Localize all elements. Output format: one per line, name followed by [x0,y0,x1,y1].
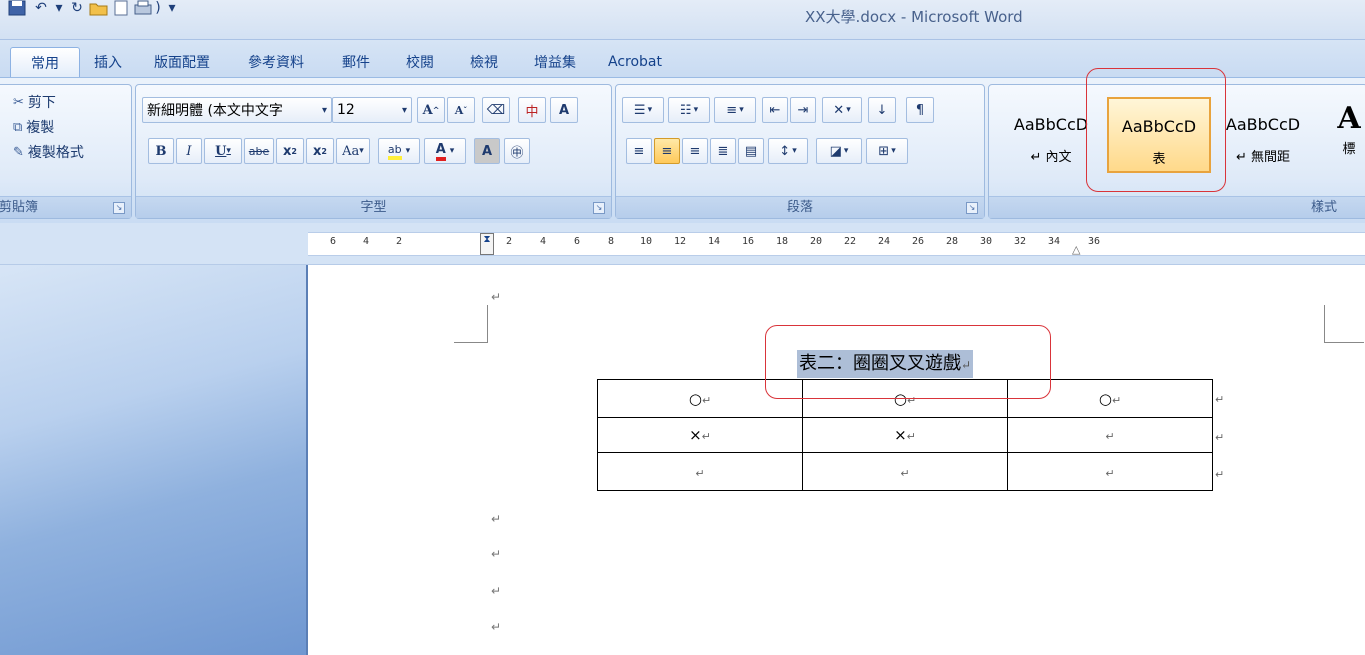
tab-acrobat[interactable]: Acrobat [594,47,676,77]
show-marks-icon[interactable]: ¶ [906,97,934,123]
distributed-icon[interactable]: ▤ [738,138,764,164]
highlight-icon[interactable]: ab ▾ [378,138,420,164]
new-icon[interactable] [110,0,132,16]
asian-layout-icon[interactable]: ✕ ▾ [822,97,862,123]
subscript-icon[interactable]: x2 [276,138,304,164]
title-highlight-box [765,325,1051,399]
table-cell[interactable]: ↵ [1007,417,1213,453]
font-size-combo[interactable]: 12 ▾ [332,97,412,123]
row-end-mark-icon: ↵ [1215,393,1225,406]
font-group: 新細明體 (本文中文字 ▾ 12 ▾ A ^ Aˇ ⌫ 中 A B I U ▾ a… [135,84,612,219]
increase-indent-icon[interactable]: ⇥ [790,97,816,123]
copy-icon: ⧉ [13,119,23,135]
tab-mailings[interactable]: 郵件 [324,47,388,77]
save-icon[interactable] [4,0,30,16]
justify-icon[interactable]: ≣ [710,138,736,164]
cut-button[interactable]: ✂ 剪下 [13,91,56,113]
paragraph-group: ☰ ▾ ☷ ▾ ≡ ▾ ⇤ ⇥ ✕ ▾ ↓ ¶ ≡ ≡ ≡ ≣ ▤ ↕ ▾ ◪ ▾ ⊞ ▾ 段… [615,84,985,219]
paragraph-mark-icon: ↵ [491,620,502,634]
superscript-icon[interactable]: x2 [306,138,334,164]
paragraph-label: 段落 [616,196,984,218]
underline-icon[interactable]: U ▾ [204,138,242,164]
styles-label: 樣式 [989,196,1365,218]
table-row: ↵ ↵ ↵ [597,452,1213,491]
bullets-icon[interactable]: ☰ ▾ [622,97,664,123]
table-cell[interactable]: ×↵ [597,417,803,453]
clear-format-icon[interactable]: ⌫ [482,97,510,123]
multilevel-list-icon[interactable]: ≡ ▾ [714,97,756,123]
bold-icon[interactable]: B [148,138,174,164]
tab-insert[interactable]: 插入 [80,47,136,77]
window-title: XX大學.docx - Microsoft Word [805,8,1023,26]
tab-page-layout[interactable]: 版面配置 [136,47,228,77]
clipboard-launcher-icon[interactable]: ↘ [113,202,125,214]
align-left-icon[interactable]: ≡ [626,138,652,164]
style-no-spacing[interactable]: AaBbCcD ↵ 無間距 [1211,97,1315,173]
paintbrush-icon: ✎ [13,144,24,160]
chevron-down-icon: ▾ [321,104,327,116]
scissors-icon: ✂ [13,94,24,110]
horizontal-ruler[interactable]: 6 4 2 ⧗ 2 4 6 8 10 12 14 16 18 20 22 24 … [308,232,1365,256]
redo-icon[interactable]: ↻ [66,0,88,16]
paragraph-mark-icon: ↵ [491,290,502,304]
style-highlight-box [1086,68,1226,192]
row-end-mark-icon: ↵ [1215,468,1225,481]
line-spacing-icon[interactable]: ↕ ▾ [768,138,808,164]
table-cell[interactable]: ↵ [597,452,803,491]
shrink-font-icon[interactable]: Aˇ [447,97,475,123]
paragraph-mark-icon: ↵ [491,547,502,561]
tab-review[interactable]: 校閱 [388,47,452,77]
format-painter-button[interactable]: ✎ 複製格式 [13,141,84,163]
print-icon[interactable] [132,0,154,16]
font-launcher-icon[interactable]: ↘ [593,202,605,214]
tab-home[interactable]: 常用 [10,47,80,77]
copy-button[interactable]: ⧉ 複製 [13,116,54,138]
phonetic-guide-icon[interactable]: 中 [518,97,546,123]
right-indent-marker-icon[interactable]: △ [1072,243,1080,256]
numbering-icon[interactable]: ☷ ▾ [668,97,710,123]
clipboard-label: 剪貼簿 [0,196,131,218]
enclose-characters-icon[interactable]: ㊥ [504,138,530,164]
qat-separator: ) [155,0,161,16]
open-icon[interactable] [88,0,110,16]
page-corner-right [1324,305,1364,343]
table-row: ×↵ ×↵ ↵ [597,417,1213,453]
table-cell[interactable]: ×↵ [802,417,1008,453]
align-right-icon[interactable]: ≡ [682,138,708,164]
chevron-down-icon: ▾ [401,104,407,116]
change-case-icon[interactable]: Aa ▾ [336,138,370,164]
align-center-icon[interactable]: ≡ [654,138,680,164]
style-heading[interactable]: A 標 [1319,97,1365,173]
navigation-pane [0,265,308,655]
table-cell[interactable]: ↵ [802,452,1008,491]
table-cell[interactable]: ↵ [1007,452,1213,491]
character-border-icon[interactable]: A [550,97,578,123]
paragraph-launcher-icon[interactable]: ↘ [966,202,978,214]
character-shading-icon[interactable]: A [474,138,500,164]
undo-icon[interactable]: ↶ [30,0,52,16]
tab-view[interactable]: 檢視 [452,47,516,77]
indent-marker-icon[interactable]: ⧗ [480,233,494,255]
title-bar: ↶ ▾ ↻ ) ▾ XX大學.docx - Microsoft Word [0,0,1365,40]
page-corner-left [454,305,488,343]
row-end-mark-icon: ↵ [1215,431,1225,444]
paragraph-mark-icon: ↵ [491,584,502,598]
undo-dropdown-icon[interactable]: ▾ [52,0,66,16]
tab-addins[interactable]: 增益集 [516,47,594,77]
sort-icon[interactable]: ↓ [868,97,896,123]
decrease-indent-icon[interactable]: ⇤ [762,97,788,123]
tab-references[interactable]: 參考資料 [228,47,324,77]
borders-icon[interactable]: ⊞ ▾ [866,138,908,164]
shading-icon[interactable]: ◪ ▾ [816,138,862,164]
paragraph-mark-icon: ↵ [491,512,502,526]
font-label: 字型 [136,196,611,218]
quick-access-toolbar: ↶ ▾ ↻ ) ▾ [0,0,182,40]
customize-icon[interactable]: ▾ [162,0,182,16]
strikethrough-icon[interactable]: abe [244,138,274,164]
grow-font-icon[interactable]: A ^ [417,97,445,123]
italic-icon[interactable]: I [176,138,202,164]
clipboard-group: ✂ 剪下 ⧉ 複製 ✎ 複製格式 剪貼簿 ↘ [0,84,132,219]
font-name-combo[interactable]: 新細明體 (本文中文字 ▾ [142,97,332,123]
font-color-icon[interactable]: A ▾ [424,138,466,164]
